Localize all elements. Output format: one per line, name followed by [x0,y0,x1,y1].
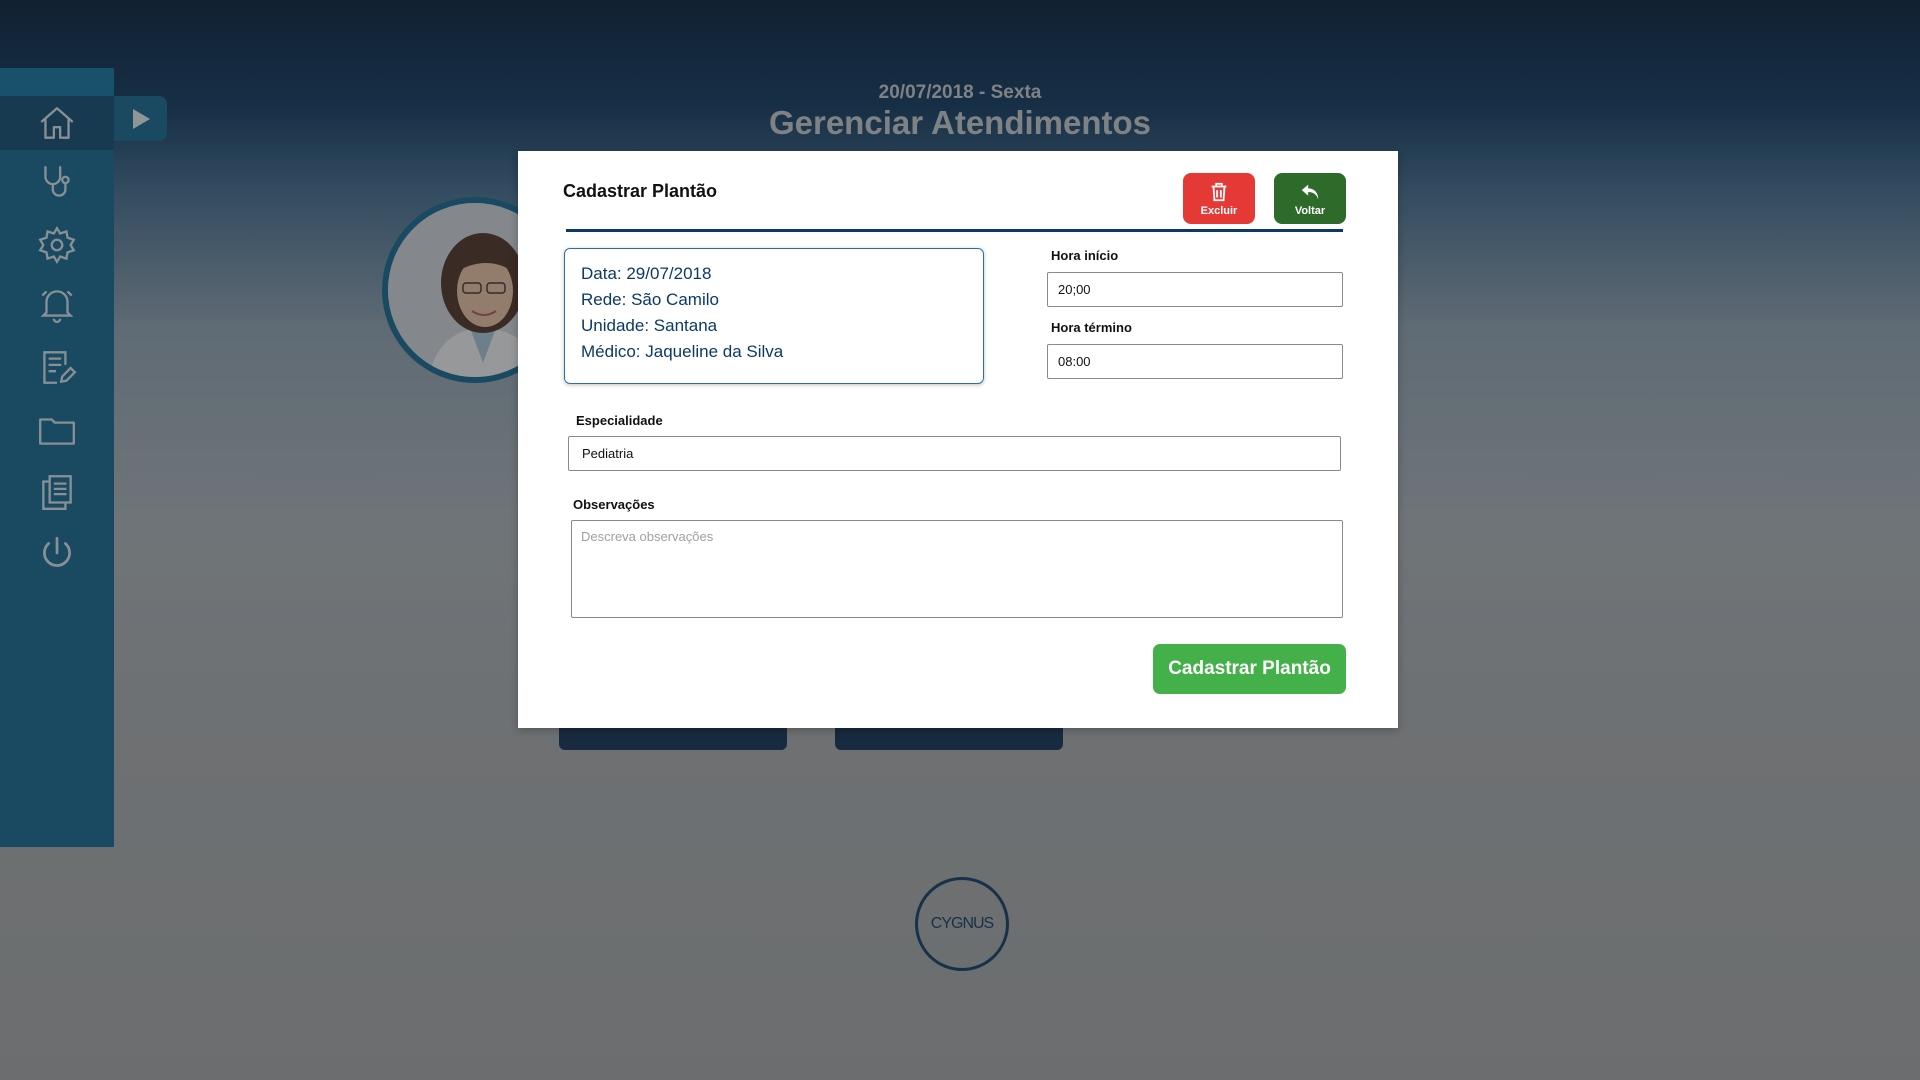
notes-label: Observações [573,497,655,512]
reply-arrow-icon [1301,184,1319,199]
specialty-input[interactable] [568,436,1341,471]
info-network: Rede: São Camilo [581,290,719,309]
specialty-label: Especialidade [576,413,663,428]
modal-divider [566,229,1343,232]
start-time-label: Hora início [1051,248,1119,263]
end-time-input[interactable] [1047,344,1343,379]
shift-info-box: Data: 29/07/2018 Rede: São Camilo Unidad… [564,248,984,384]
back-button[interactable]: Voltar [1274,173,1346,224]
modal-title: Cadastrar Plantão [563,181,718,201]
register-shift-modal: Cadastrar Plantão Excluir Voltar Data: 2… [518,151,1398,728]
back-label: Voltar [1294,204,1326,217]
end-time-label: Hora término [1051,320,1132,335]
delete-label: Excluir [1200,204,1238,217]
register-shift-button[interactable]: Cadastrar Plantão [1153,644,1346,694]
info-doctor: Médico: Jaqueline da Silva [581,342,784,361]
delete-button[interactable]: Excluir [1183,173,1255,224]
info-unit: Unidade: Santana [581,316,718,335]
notes-textarea[interactable] [571,520,1343,618]
info-date: Data: 29/07/2018 [581,264,712,283]
trash-icon [1211,182,1227,201]
start-time-input[interactable] [1047,272,1343,307]
